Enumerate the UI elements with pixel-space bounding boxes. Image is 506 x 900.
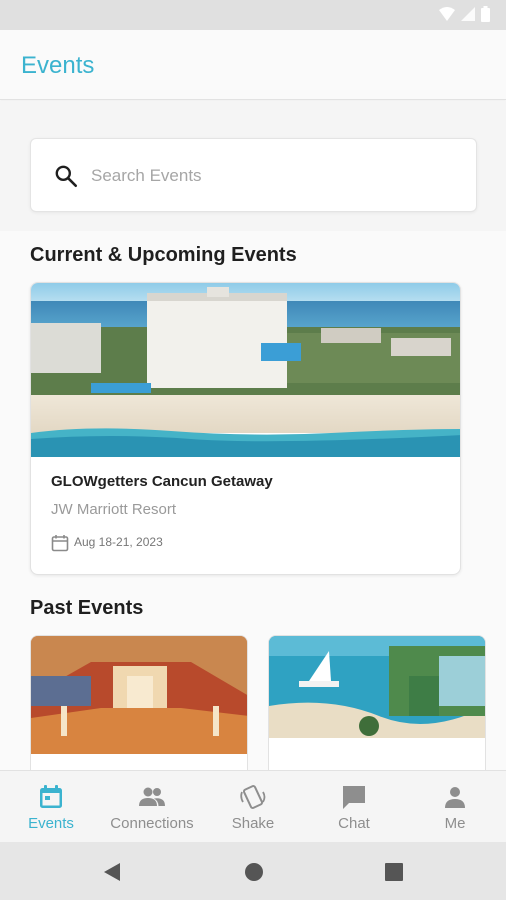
battery-icon: [481, 6, 490, 22]
nav-label: Shake: [231, 815, 275, 832]
search-area: [0, 101, 506, 231]
event-venue: JW Marriott Resort: [51, 501, 177, 518]
past-event-image: [31, 636, 247, 754]
person-icon: [445, 787, 465, 808]
app-bar: Events: [0, 30, 506, 100]
system-nav-bar: [0, 842, 506, 900]
search-box[interactable]: [30, 138, 477, 212]
past-event-image: [269, 636, 485, 738]
nav-label: Chat: [338, 815, 370, 832]
search-icon[interactable]: [53, 163, 79, 189]
search-input[interactable]: [91, 161, 451, 191]
nav-label: Events: [28, 815, 74, 832]
calendar-icon: [51, 535, 69, 552]
wifi-icon: [439, 7, 455, 21]
shake-phone-icon: [240, 785, 266, 809]
event-date: Aug 18-21, 2023: [74, 535, 163, 549]
calendar-icon: [40, 785, 62, 808]
nav-item-shake[interactable]: Shake: [203, 771, 303, 843]
nav-item-connections[interactable]: Connections: [102, 771, 202, 843]
event-card[interactable]: GLOWgetters Cancun Getaway JW Marriott R…: [30, 282, 461, 575]
home-icon[interactable]: [242, 860, 266, 884]
current-events-heading: Current & Upcoming Events: [30, 244, 297, 266]
nav-item-chat[interactable]: Chat: [304, 771, 404, 843]
recents-icon[interactable]: [382, 860, 406, 884]
page-title: Events: [21, 52, 95, 79]
chat-bubble-icon: [343, 786, 365, 809]
people-icon: [139, 787, 165, 806]
status-icons: [439, 6, 490, 22]
back-icon[interactable]: [100, 860, 124, 884]
bottom-nav: Events Connections Shake Chat Me: [0, 770, 506, 842]
past-events-heading: Past Events: [30, 597, 144, 619]
nav-label: Connections: [110, 815, 194, 832]
event-image: [31, 283, 460, 457]
nav-label: Me: [444, 815, 466, 832]
nav-item-me[interactable]: Me: [405, 771, 505, 843]
nav-item-events[interactable]: Events: [1, 771, 101, 843]
signal-icon: [461, 7, 475, 21]
status-bar: [0, 0, 506, 30]
event-name: GLOWgetters Cancun Getaway: [51, 473, 273, 490]
